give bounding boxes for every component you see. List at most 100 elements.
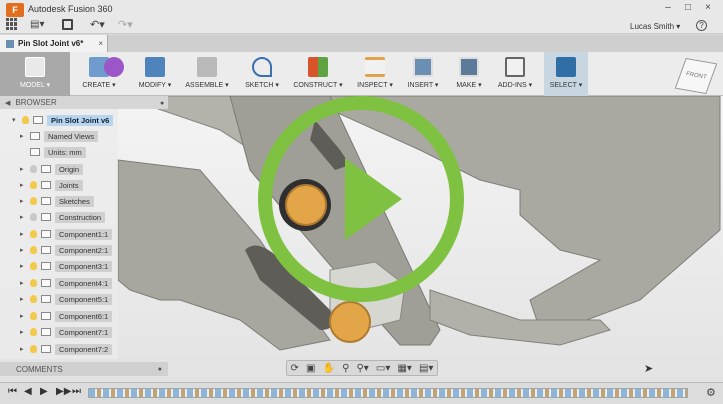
- timeline-first-icon[interactable]: ⏮: [8, 386, 17, 397]
- visibility-bulb-icon[interactable]: [30, 165, 37, 173]
- expand-right-icon[interactable]: ▸: [20, 345, 26, 353]
- inspect-menu[interactable]: INSPECT ▾: [354, 52, 396, 96]
- look-at-icon[interactable]: ▣: [306, 363, 315, 374]
- expand-right-icon[interactable]: ▸: [20, 246, 26, 254]
- visibility-bulb-icon[interactable]: [30, 328, 37, 336]
- close-window-button[interactable]: ×: [700, 2, 716, 14]
- browser-item-component[interactable]: ▸ Component6:1: [20, 309, 113, 323]
- visibility-bulb-icon[interactable]: [30, 295, 37, 303]
- visibility-bulb-icon[interactable]: [30, 279, 37, 287]
- viewports-icon[interactable]: ▤▾: [419, 363, 433, 374]
- folder-icon: [41, 213, 51, 221]
- folder-icon: [41, 181, 51, 189]
- expand-right-icon[interactable]: ▸: [20, 230, 26, 238]
- units-icon: [30, 148, 40, 156]
- visibility-bulb-icon[interactable]: [30, 345, 37, 353]
- measure-icon: [365, 57, 385, 77]
- navigation-bar: ⟳ ▣ ✋ ⚲ ⚲▾ ▭▾ ▦▾ ▤▾: [286, 360, 438, 376]
- maximize-button[interactable]: □: [680, 2, 696, 14]
- visibility-bulb-icon[interactable]: [30, 197, 37, 205]
- visibility-bulb-icon[interactable]: [30, 213, 37, 221]
- sketch-menu[interactable]: SKETCH ▾: [242, 52, 282, 96]
- visibility-bulb-icon[interactable]: [22, 116, 29, 124]
- display-settings-icon[interactable]: ▭▾: [376, 363, 390, 374]
- browser-item-component[interactable]: ▸ Component5:1: [20, 292, 113, 306]
- visibility-bulb-icon[interactable]: [30, 230, 37, 238]
- assemble-menu[interactable]: ASSEMBLE ▾: [184, 52, 230, 96]
- component-icon: [41, 230, 51, 238]
- make-menu[interactable]: MAKE ▾: [452, 52, 486, 96]
- browser-item-sketches[interactable]: ▸ Sketches: [20, 194, 94, 208]
- component-icon: [41, 246, 51, 254]
- browser-item-component[interactable]: ▸ Component7:1: [20, 325, 113, 339]
- timeline-feature-track[interactable]: [88, 388, 688, 398]
- browser-item-joints[interactable]: ▸ Joints: [20, 178, 83, 192]
- browser-item-component[interactable]: ▸ Component2:1: [20, 243, 113, 257]
- comments-pin-icon[interactable]: ●: [158, 366, 162, 373]
- insert-menu[interactable]: INSERT ▾: [404, 52, 442, 96]
- expand-right-icon[interactable]: ▸: [20, 328, 26, 336]
- user-account-menu[interactable]: Lucas Smith ▾: [630, 22, 680, 31]
- modify-menu[interactable]: MODIFY ▾: [134, 52, 176, 96]
- visibility-bulb-icon[interactable]: [30, 246, 37, 254]
- browser-root-item[interactable]: ▾ Pin Slot Joint v6: [12, 113, 114, 127]
- timeline-play-icon[interactable]: ▶: [40, 386, 48, 397]
- component-icon: [41, 279, 51, 287]
- component-icon: [41, 312, 51, 320]
- orbit-icon[interactable]: ⟳: [291, 363, 299, 374]
- close-tab-icon[interactable]: ×: [98, 39, 103, 48]
- construct-menu[interactable]: CONSTRUCT ▾: [292, 52, 344, 96]
- expand-right-icon[interactable]: ▸: [20, 165, 26, 173]
- undo-icon[interactable]: ↶▾: [90, 18, 105, 31]
- component-icon: [41, 328, 51, 336]
- expand-right-icon[interactable]: ▸: [20, 295, 26, 303]
- workspace-switcher[interactable]: MODEL ▾: [0, 52, 70, 96]
- expand-right-icon[interactable]: ▸: [20, 213, 26, 221]
- visibility-bulb-icon[interactable]: [30, 312, 37, 320]
- visibility-bulb-icon[interactable]: [30, 262, 37, 270]
- expand-right-icon[interactable]: ▸: [20, 132, 26, 140]
- browser-item-component[interactable]: ▸ Component3:1: [20, 259, 113, 273]
- grid-settings-icon[interactable]: ▦▾: [397, 363, 411, 374]
- sculpt-sphere-icon: [104, 57, 124, 77]
- browser-item-construction[interactable]: ▸ Construction: [20, 210, 106, 224]
- expand-down-icon[interactable]: ▾: [12, 116, 18, 124]
- document-tab[interactable]: Pin Slot Joint v6* ×: [0, 35, 108, 52]
- help-icon[interactable]: ?: [696, 20, 707, 31]
- expand-right-icon[interactable]: ▸: [20, 197, 26, 205]
- document-tab-label: Pin Slot Joint v6*: [18, 39, 84, 48]
- timeline-last-icon[interactable]: ⏭: [72, 386, 81, 397]
- browser-item-component[interactable]: ▸ Component4:1: [20, 276, 113, 290]
- data-panel-grid-icon[interactable]: [6, 18, 18, 30]
- construct-plane-icon: [308, 57, 328, 77]
- redo-icon[interactable]: ↷▾: [118, 18, 133, 31]
- expand-right-icon[interactable]: ▸: [20, 312, 26, 320]
- expand-right-icon[interactable]: ▸: [20, 279, 26, 287]
- visibility-bulb-icon[interactable]: [30, 181, 37, 189]
- save-icon[interactable]: [62, 19, 73, 30]
- add-ins-menu[interactable]: ADD-INS ▾: [494, 52, 536, 96]
- timeline-settings-gear-icon[interactable]: ⚙: [706, 386, 716, 399]
- folder-icon: [41, 165, 51, 173]
- timeline-back-icon[interactable]: ◀: [24, 386, 32, 397]
- select-menu[interactable]: SELECT ▾: [544, 52, 588, 96]
- browser-item-component[interactable]: ▸ Component1:1: [20, 227, 113, 241]
- browser-item-origin[interactable]: ▸ Origin: [20, 162, 84, 176]
- browser-item-units[interactable]: Units: mm: [20, 145, 86, 159]
- minimize-button[interactable]: –: [660, 2, 676, 14]
- create-form-button[interactable]: [102, 52, 126, 96]
- file-menu-icon[interactable]: ▤▾: [30, 19, 44, 30]
- browser-pin-icon[interactable]: ●: [160, 100, 164, 107]
- browser-item-named-views[interactable]: ▸ Named Views: [20, 129, 99, 143]
- pan-hand-icon[interactable]: ✋: [323, 363, 335, 374]
- browser-title: BROWSER: [15, 98, 57, 107]
- fit-icon[interactable]: ⚲▾: [356, 363, 368, 374]
- browser-panel-header[interactable]: ◀ BROWSER: [0, 96, 168, 109]
- timeline-forward-icon[interactable]: ▶▶: [56, 386, 71, 397]
- comments-panel-header[interactable]: COMMENTS ●: [0, 362, 168, 376]
- expand-right-icon[interactable]: ▸: [20, 181, 26, 189]
- zoom-icon[interactable]: ⚲: [342, 363, 349, 374]
- expand-right-icon[interactable]: ▸: [20, 262, 26, 270]
- collapse-icon[interactable]: ◀: [5, 99, 10, 107]
- browser-item-component[interactable]: ▸ Component7:2: [20, 342, 113, 356]
